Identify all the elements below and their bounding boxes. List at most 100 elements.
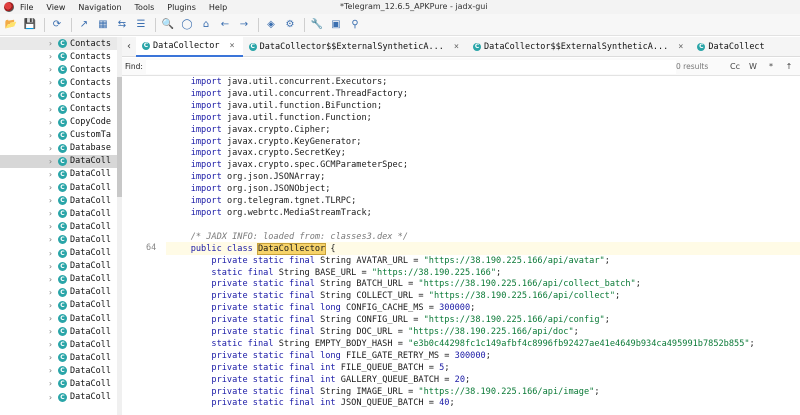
tree-item[interactable]: › C DataColl (0, 364, 118, 377)
tree-item[interactable]: › C Contacts (0, 102, 118, 115)
chevron-right-icon[interactable]: › (48, 222, 58, 231)
menu-navigation[interactable]: Navigation (78, 3, 121, 12)
tree-item[interactable]: › C DataColl (0, 181, 118, 194)
save-all-icon[interactable]: 💾 (23, 18, 37, 32)
tree-item[interactable]: › C DataColl (0, 286, 118, 299)
tree-item[interactable]: › C Contacts (0, 89, 118, 102)
chevron-right-icon[interactable]: › (48, 327, 58, 336)
chevron-right-icon[interactable]: › (48, 196, 58, 205)
preferences-icon[interactable]: 🔧 (310, 18, 324, 32)
tree-item[interactable]: › C DataColl (0, 325, 118, 338)
sync-icon[interactable]: ⟳ (50, 18, 64, 32)
chevron-right-icon[interactable]: › (48, 235, 58, 244)
whole-word-toggle[interactable]: W (744, 62, 762, 71)
find-previous-button[interactable]: ↑ (780, 62, 798, 71)
tree-item[interactable]: › C Contacts (0, 50, 118, 63)
menu-view[interactable]: View (46, 3, 65, 12)
tree-item[interactable]: › C DataColl (0, 168, 118, 181)
editor-tab[interactable]: C DataCollect (691, 37, 772, 57)
forward-icon[interactable]: → (237, 18, 251, 32)
tree-item[interactable]: › C CopyCode (0, 116, 118, 129)
code-text[interactable]: import java.util.concurrent.Executors; i… (170, 77, 800, 410)
back-icon[interactable]: ← (218, 18, 232, 32)
tree-item-label: Contacts (70, 104, 111, 115)
link-icon[interactable]: ⇆ (115, 18, 129, 32)
deobf-icon[interactable]: ▣ (329, 18, 343, 32)
chevron-right-icon[interactable]: › (48, 183, 58, 192)
chevron-right-icon[interactable]: › (48, 170, 58, 179)
close-tab-icon[interactable]: × (678, 42, 683, 52)
tree-item[interactable]: › C Database (0, 142, 118, 155)
zoom-icon[interactable]: ⚲ (348, 18, 362, 32)
tree-item[interactable]: › C CustomTa (0, 129, 118, 142)
tree-item[interactable]: › C DataColl (0, 312, 118, 325)
chevron-right-icon[interactable]: › (48, 340, 58, 349)
tree-item-label: DataColl (70, 300, 111, 311)
chevron-right-icon[interactable]: › (48, 393, 58, 402)
tree-item[interactable]: › C DataColl (0, 391, 118, 404)
chevron-right-icon[interactable]: › (48, 65, 58, 74)
tree-item[interactable]: › C Contacts (0, 63, 118, 76)
chevron-right-icon[interactable]: › (48, 275, 58, 284)
tree-item[interactable]: › C DataColl (0, 338, 118, 351)
home-icon[interactable]: ⌂ (199, 18, 213, 32)
chevron-right-icon[interactable]: › (48, 105, 58, 114)
tab-scroll-left-icon[interactable]: ‹ (122, 41, 136, 52)
chevron-right-icon[interactable]: › (48, 91, 58, 100)
tree-icon[interactable]: ▦ (96, 18, 110, 32)
find-input[interactable] (146, 59, 676, 74)
chevron-right-icon[interactable]: › (48, 314, 58, 323)
editor-tab[interactable]: C DataCollector × (136, 36, 243, 57)
menu-help[interactable]: Help (209, 3, 227, 12)
class-icon: C (58, 52, 67, 62)
project-tree[interactable]: › C Contacts › C Contacts › C Contacts › C Contacts… (0, 37, 118, 415)
tree-item[interactable]: › C DataColl (0, 207, 118, 220)
menu-plugins[interactable]: Plugins (167, 3, 196, 12)
quark-icon[interactable]: ◈ (264, 18, 278, 32)
chevron-right-icon[interactable]: › (48, 288, 58, 297)
menu-file[interactable]: File (20, 3, 33, 12)
export-icon[interactable]: ↗ (77, 18, 91, 32)
tree-item[interactable]: › C DataColl (0, 377, 118, 390)
tree-item[interactable]: › C DataColl (0, 194, 118, 207)
match-case-toggle[interactable]: Cc (726, 62, 744, 71)
tree-item[interactable]: › C DataColl (0, 247, 118, 260)
chevron-right-icon[interactable]: › (48, 301, 58, 310)
chevron-right-icon[interactable]: › (48, 249, 58, 258)
chevron-right-icon[interactable]: › (48, 209, 58, 218)
chevron-right-icon[interactable]: › (48, 353, 58, 362)
tree-item[interactable]: › C DataColl (0, 299, 118, 312)
editor-tab[interactable]: C DataCollector$$ExternalSyntheticA... × (243, 37, 467, 57)
tree-item[interactable]: › C DataColl (0, 351, 118, 364)
chevron-right-icon[interactable]: › (48, 144, 58, 153)
chevron-right-icon[interactable]: › (48, 131, 58, 140)
tree-item[interactable]: › C DataColl (0, 260, 118, 273)
code-editor[interactable]: 64 import java.util.concurrent.Executors… (122, 77, 800, 415)
close-tab-icon[interactable]: × (230, 41, 235, 51)
class-icon: C (473, 42, 482, 51)
chevron-right-icon[interactable]: › (48, 262, 58, 271)
tree-item[interactable]: › C DataColl (0, 273, 118, 286)
menu-tools[interactable]: Tools (135, 3, 155, 12)
tree-item[interactable]: › C DataColl (0, 154, 118, 168)
chevron-right-icon[interactable]: › (48, 78, 58, 87)
editor-tab[interactable]: C DataCollector$$ExternalSyntheticA... × (467, 37, 691, 57)
chevron-right-icon[interactable]: › (48, 366, 58, 375)
debug-icon[interactable]: ⚙ (283, 18, 297, 32)
close-tab-icon[interactable]: × (454, 42, 459, 52)
tab-label: DataCollect (708, 41, 765, 52)
find-class-icon[interactable]: ◯ (180, 18, 194, 32)
chevron-right-icon[interactable]: › (48, 39, 58, 48)
chevron-right-icon[interactable]: › (48, 157, 58, 166)
tree-item[interactable]: › C DataColl (0, 233, 118, 246)
log-icon[interactable]: ☰ (134, 18, 148, 32)
tree-item[interactable]: › C Contacts (0, 76, 118, 89)
regex-toggle[interactable]: * (762, 62, 780, 71)
tree-item[interactable]: › C Contacts (0, 37, 118, 51)
chevron-right-icon[interactable]: › (48, 379, 58, 388)
search-icon[interactable]: 🔍 (161, 18, 175, 32)
open-icon[interactable]: 📂 (4, 18, 18, 32)
tree-item[interactable]: › C DataColl (0, 220, 118, 233)
chevron-right-icon[interactable]: › (48, 52, 58, 61)
chevron-right-icon[interactable]: › (48, 118, 58, 127)
